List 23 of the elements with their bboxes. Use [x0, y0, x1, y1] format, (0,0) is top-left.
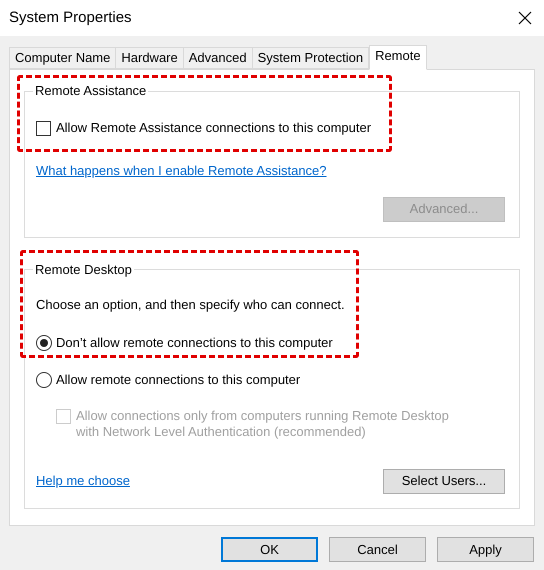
group-title: Remote Desktop [34, 262, 133, 278]
button[interactable]: Cancel [329, 537, 426, 562]
close-icon[interactable] [518, 11, 532, 25]
help-link[interactable]: Help me choose [36, 471, 130, 491]
tab[interactable]: Remote [369, 45, 427, 70]
radio-button[interactable] [36, 334, 52, 350]
tab[interactable]: System Protection [252, 47, 370, 69]
button[interactable]: Select Users... [383, 468, 505, 494]
group-title: Remote Assistance [34, 83, 148, 99]
instruction-text: Choose an option, and then specify who can connect. [36, 296, 346, 312]
radio-button[interactable] [36, 372, 52, 388]
checkbox-label: Allow connections only from computers running Remote Desktop with Network Level Authentication (recommended) [76, 408, 450, 440]
checkbox[interactable] [36, 121, 51, 136]
radio-label: Don’t allow remote connections to this computer [56, 334, 333, 350]
checkbox-label: Allow Remote Assistance connections to this computer [56, 120, 372, 136]
button[interactable]: Apply [437, 537, 534, 562]
radio-label: Allow remote connections to this computer [56, 372, 300, 388]
button[interactable]: OK [221, 537, 318, 562]
window-title: System Properties [9, 8, 132, 28]
tab[interactable]: Advanced [182, 47, 253, 69]
tab[interactable]: Hardware [115, 47, 184, 69]
tab[interactable]: Computer Name [9, 47, 116, 69]
help-link[interactable]: What happens when I enable Remote Assistance? [36, 163, 327, 178]
